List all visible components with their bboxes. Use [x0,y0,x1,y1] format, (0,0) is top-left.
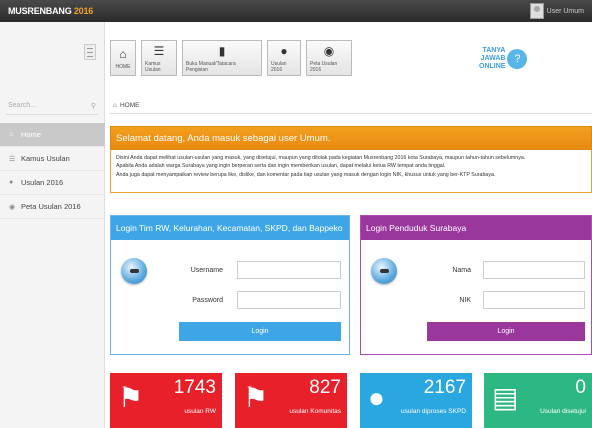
stat-card-usulan-rw[interactable]: ⚑ 1743 usulan RW [110,373,222,428]
sidebar-menu: ⌂ Home ☰ Kamus Usulan ● Usulan 2016 ◉ Pe… [0,123,105,219]
username-input[interactable] [237,261,341,279]
key-icon [121,258,147,284]
brand-name: MUSRENBANG [8,6,72,16]
stat-value: 1743 [173,377,216,398]
breadcrumb: ⌂ HOME [110,98,592,114]
tanya-line: JAWAB [480,55,506,62]
login-rw-panel: Login Tim RW, Kelurahan, Kecamatan, SKPD… [110,215,350,355]
megaphone-icon: ⚑ [243,382,269,413]
welcome-line: Anda juga dapat menyampaikan review beru… [116,171,496,178]
password-label: Password [192,297,223,304]
stat-card-usulan-komunitas[interactable]: ⚑ 827 usulan Komunitas [235,373,347,428]
sidebar-item-usulan-2016[interactable]: ● Usulan 2016 [0,171,105,195]
tanya-line: TANYA [482,47,506,54]
toolbar-peta-usulan-button[interactable]: ◉ Peta Usulan 2016 [306,40,352,76]
nama-input[interactable] [483,261,585,279]
key-icon [371,258,397,284]
toolbar-home-button[interactable]: ⌂ HOME [110,40,136,76]
map-pin-icon: ◉ [9,203,16,211]
toolbar-button-label: HOME [115,63,131,70]
book-icon: ▮ [218,43,226,58]
list-icon: ☰ [153,43,165,58]
nik-label: NIK [459,297,471,304]
toolbar-button-label: Usulan 2016 [271,60,287,73]
stat-label: usulan diproses SKPD [400,408,466,415]
search-input[interactable]: Search... [8,102,36,109]
panel-title: Login Tim RW, Kelurahan, Kecamatan, SKPD… [116,223,343,233]
sidebar-toggle-button[interactable] [84,44,96,60]
login-rw-button[interactable]: Login [179,322,341,341]
chat-icon: ● [368,382,385,413]
sidebar: Search... ⚲ ⌂ Home ☰ Kamus Usulan ● Usul… [0,22,105,428]
tanya-line: ONLINE [479,63,506,70]
password-input[interactable] [237,291,341,309]
login-penduduk-header: Login Penduduk Surabaya [361,216,591,240]
welcome-header: Selamat datang, Anda masuk sebagai user … [110,126,592,150]
breadcrumb-item[interactable]: HOME [120,102,140,109]
stat-value: 2167 [423,377,466,398]
sidebar-item-peta-usulan-2016[interactable]: ◉ Peta Usulan 2016 [0,195,105,219]
stat-card-usulan-diproses[interactable]: ● 2167 usulan diproses SKPD [360,373,472,428]
sidebar-item-kamus-usulan[interactable]: ☰ Kamus Usulan [0,147,105,171]
panel-title: Login Penduduk Surabaya [366,223,467,233]
toolbar-button-label: Kamus Usulan [145,60,161,73]
toolbar: ⌂ HOME ☰ Kamus Usulan ▮ Buku Manual/Tata… [110,40,352,76]
welcome-title: Selamat datang, Anda masuk sebagai user … [116,132,331,144]
sidebar-item-label: Peta Usulan 2016 [21,202,81,211]
welcome-line: Apabila Anda adalah warga Surabaya yang … [116,163,446,170]
stat-label: usulan RW [184,408,216,415]
login-penduduk-panel: Login Penduduk Surabaya Nama NIK Login [360,215,592,355]
search-box[interactable]: Search... ⚲ [6,97,98,115]
tanya-jawab-online-link[interactable]: TANYA JAWAB ONLINE ? [479,40,535,78]
welcome-line: Disini Anda dapat melihat usulan-usulan … [116,155,526,161]
nik-input[interactable] [483,291,585,309]
username-label: Username [190,267,223,274]
sidebar-item-label: Usulan 2016 [21,178,64,187]
stat-value: 0 [575,377,586,398]
megaphone-icon: ⚑ [118,382,144,413]
toolbar-kamus-usulan-button[interactable]: ☰ Kamus Usulan [141,40,177,76]
cart-icon: ▤ [492,382,519,413]
top-bar: MUSRENBANG 2016 User Umum [0,0,592,22]
home-icon[interactable]: ⌂ [113,102,117,109]
stat-value: 827 [309,377,341,398]
sidebar-item-label: Kamus Usulan [21,154,70,163]
user-menu[interactable]: User Umum [529,3,584,19]
stat-label: Usulan disetujui [540,408,586,415]
home-icon: ⌂ [119,46,127,61]
tanya-jawab-text: TANYA JAWAB ONLINE [479,47,505,71]
app-brand[interactable]: MUSRENBANG 2016 [8,6,93,16]
toolbar-button-label: Peta Usulan 2016 [310,60,338,73]
sidebar-item-home[interactable]: ⌂ Home [0,123,105,147]
stat-label: usulan Komunitas [289,408,341,415]
welcome-text: Disini Anda dapat melihat usulan-usulan … [110,150,592,193]
question-bubble-icon: ? [507,49,528,69]
sidebar-item-label: Home [21,130,42,139]
user-name: User Umum [546,7,584,15]
login-penduduk-button[interactable]: Login [427,322,585,341]
chat-icon: ● [9,179,14,186]
home-icon: ⌂ [9,131,14,138]
map-pin-icon: ◉ [323,43,335,58]
search-icon[interactable]: ⚲ [91,102,96,110]
toolbar-button-label: Buku Manual/Tatacara Pengisian [186,60,236,73]
toolbar-buku-manual-button[interactable]: ▮ Buku Manual/Tatacara Pengisian [182,40,262,76]
brand-year: 2016 [73,6,94,16]
avatar [529,3,544,19]
nama-label: Nama [452,267,471,274]
stat-card-usulan-disetujui[interactable]: ▤ 0 Usulan disetujui [484,373,592,428]
toolbar-usulan-2016-button[interactable]: ● Usulan 2016 [267,40,301,76]
chat-icon: ● [280,43,288,58]
list-icon: ☰ [9,155,16,163]
login-rw-header: Login Tim RW, Kelurahan, Kecamatan, SKPD… [111,216,349,240]
